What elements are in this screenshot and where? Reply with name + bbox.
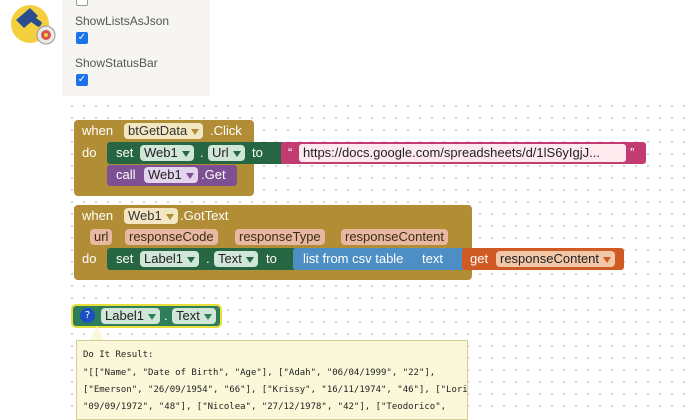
quote-close: ” <box>630 145 635 160</box>
to-keyword: to <box>266 251 277 266</box>
dot-separator: . <box>164 308 168 323</box>
chevron-down-icon <box>181 150 190 157</box>
when-keyword: when <box>82 123 114 138</box>
result-line: ["Emerson", "26/09/1954", "66"], ["Kriss… <box>83 385 468 395</box>
property-label-showlistsasjson: ShowListsAsJson <box>75 14 170 28</box>
set-component-dropdown[interactable]: Label1 <box>140 251 200 267</box>
when-keyword: when <box>82 208 114 223</box>
set-property-dropdown[interactable]: Text <box>214 251 258 267</box>
set-component-dropdown[interactable]: Web1 <box>140 145 194 161</box>
set-component-label: Label1 <box>144 251 184 266</box>
event1-component-label: btGetData <box>128 123 188 138</box>
chevron-down-icon <box>148 313 157 320</box>
properties-panel: ShowListsAsJson ✓ ShowStatusBar ✓ <box>62 0 210 96</box>
call-keyword: call <box>116 167 136 182</box>
param-responsetype[interactable]: responseType <box>235 229 325 245</box>
result-bubble-pointer <box>90 326 104 340</box>
chevron-down-icon <box>185 172 194 179</box>
app-inventor-logo-icon <box>11 5 56 45</box>
result-line: "[["Name", "Date of Birth", "Age"], ["Ad… <box>83 368 436 378</box>
call-component-label: Web1 <box>148 167 182 182</box>
result-line: "09/09/1972", "48"], ["Nicolea", "27/12/… <box>83 402 447 412</box>
do-keyword: do <box>82 251 97 266</box>
csv-text-socket-label: text <box>422 251 443 266</box>
param-url[interactable]: url <box>90 229 113 245</box>
do-it-result-bubble: Do It Result: "[["Name", "Date of Birth"… <box>76 340 468 420</box>
quote-open: “ <box>288 145 293 160</box>
result-header: Do It Result: <box>83 350 154 360</box>
event1-event-name: .Click <box>210 123 242 138</box>
do-keyword: do <box>82 145 97 160</box>
call-method-name: .Get <box>201 167 226 182</box>
showlistsasjson-checkbox[interactable]: ✓ <box>76 32 88 44</box>
chevron-down-icon <box>245 256 254 263</box>
chevron-down-icon <box>203 313 212 320</box>
set-property-label: Text <box>218 251 242 266</box>
get-keyword: get <box>470 251 489 266</box>
set-property-label: Url <box>212 145 229 160</box>
getter-property-label: Text <box>176 308 200 323</box>
event2-component-label: Web1 <box>128 208 162 223</box>
property-label-showstatusbar: ShowStatusBar <box>75 56 158 70</box>
set-component-label: Web1 <box>144 145 178 160</box>
get-variable-dropdown[interactable]: responseContent <box>496 251 616 267</box>
param-responsecode[interactable]: responseCode <box>125 229 218 245</box>
event2-component-dropdown[interactable]: Web1 <box>124 208 178 224</box>
dot-separator: . <box>206 251 210 266</box>
set-keyword: set <box>116 145 134 160</box>
chevron-down-icon <box>165 213 174 220</box>
call-component-dropdown[interactable]: Web1 <box>144 167 198 183</box>
dot-separator: . <box>200 145 204 160</box>
chevron-down-icon <box>603 256 612 263</box>
get-variable-label: responseContent <box>500 251 600 266</box>
app-logo <box>8 2 58 46</box>
help-icon[interactable]: ? <box>80 308 95 323</box>
param-responsecontent[interactable]: responseContent <box>341 229 449 245</box>
event1-component-dropdown[interactable]: btGetData <box>124 123 204 139</box>
url-text-value[interactable]: https://docs.google.com/spreadsheets/d/1… <box>299 144 626 162</box>
hidden-checkbox[interactable] <box>76 0 88 6</box>
getter-component-label: Label1 <box>105 308 145 323</box>
to-keyword: to <box>252 145 263 160</box>
event2-event-name: .GotText <box>180 208 229 223</box>
chevron-down-icon <box>187 256 196 263</box>
getter-component-dropdown[interactable]: Label1 <box>101 308 161 324</box>
chevron-down-icon <box>191 128 200 135</box>
chevron-down-icon <box>232 150 241 157</box>
getter-property-dropdown[interactable]: Text <box>172 308 216 324</box>
set-property-dropdown[interactable]: Url <box>208 145 245 161</box>
set-keyword: set <box>116 251 134 266</box>
showstatusbar-checkbox[interactable]: ✓ <box>76 74 88 86</box>
csv-block-label: list from csv table <box>303 251 404 266</box>
